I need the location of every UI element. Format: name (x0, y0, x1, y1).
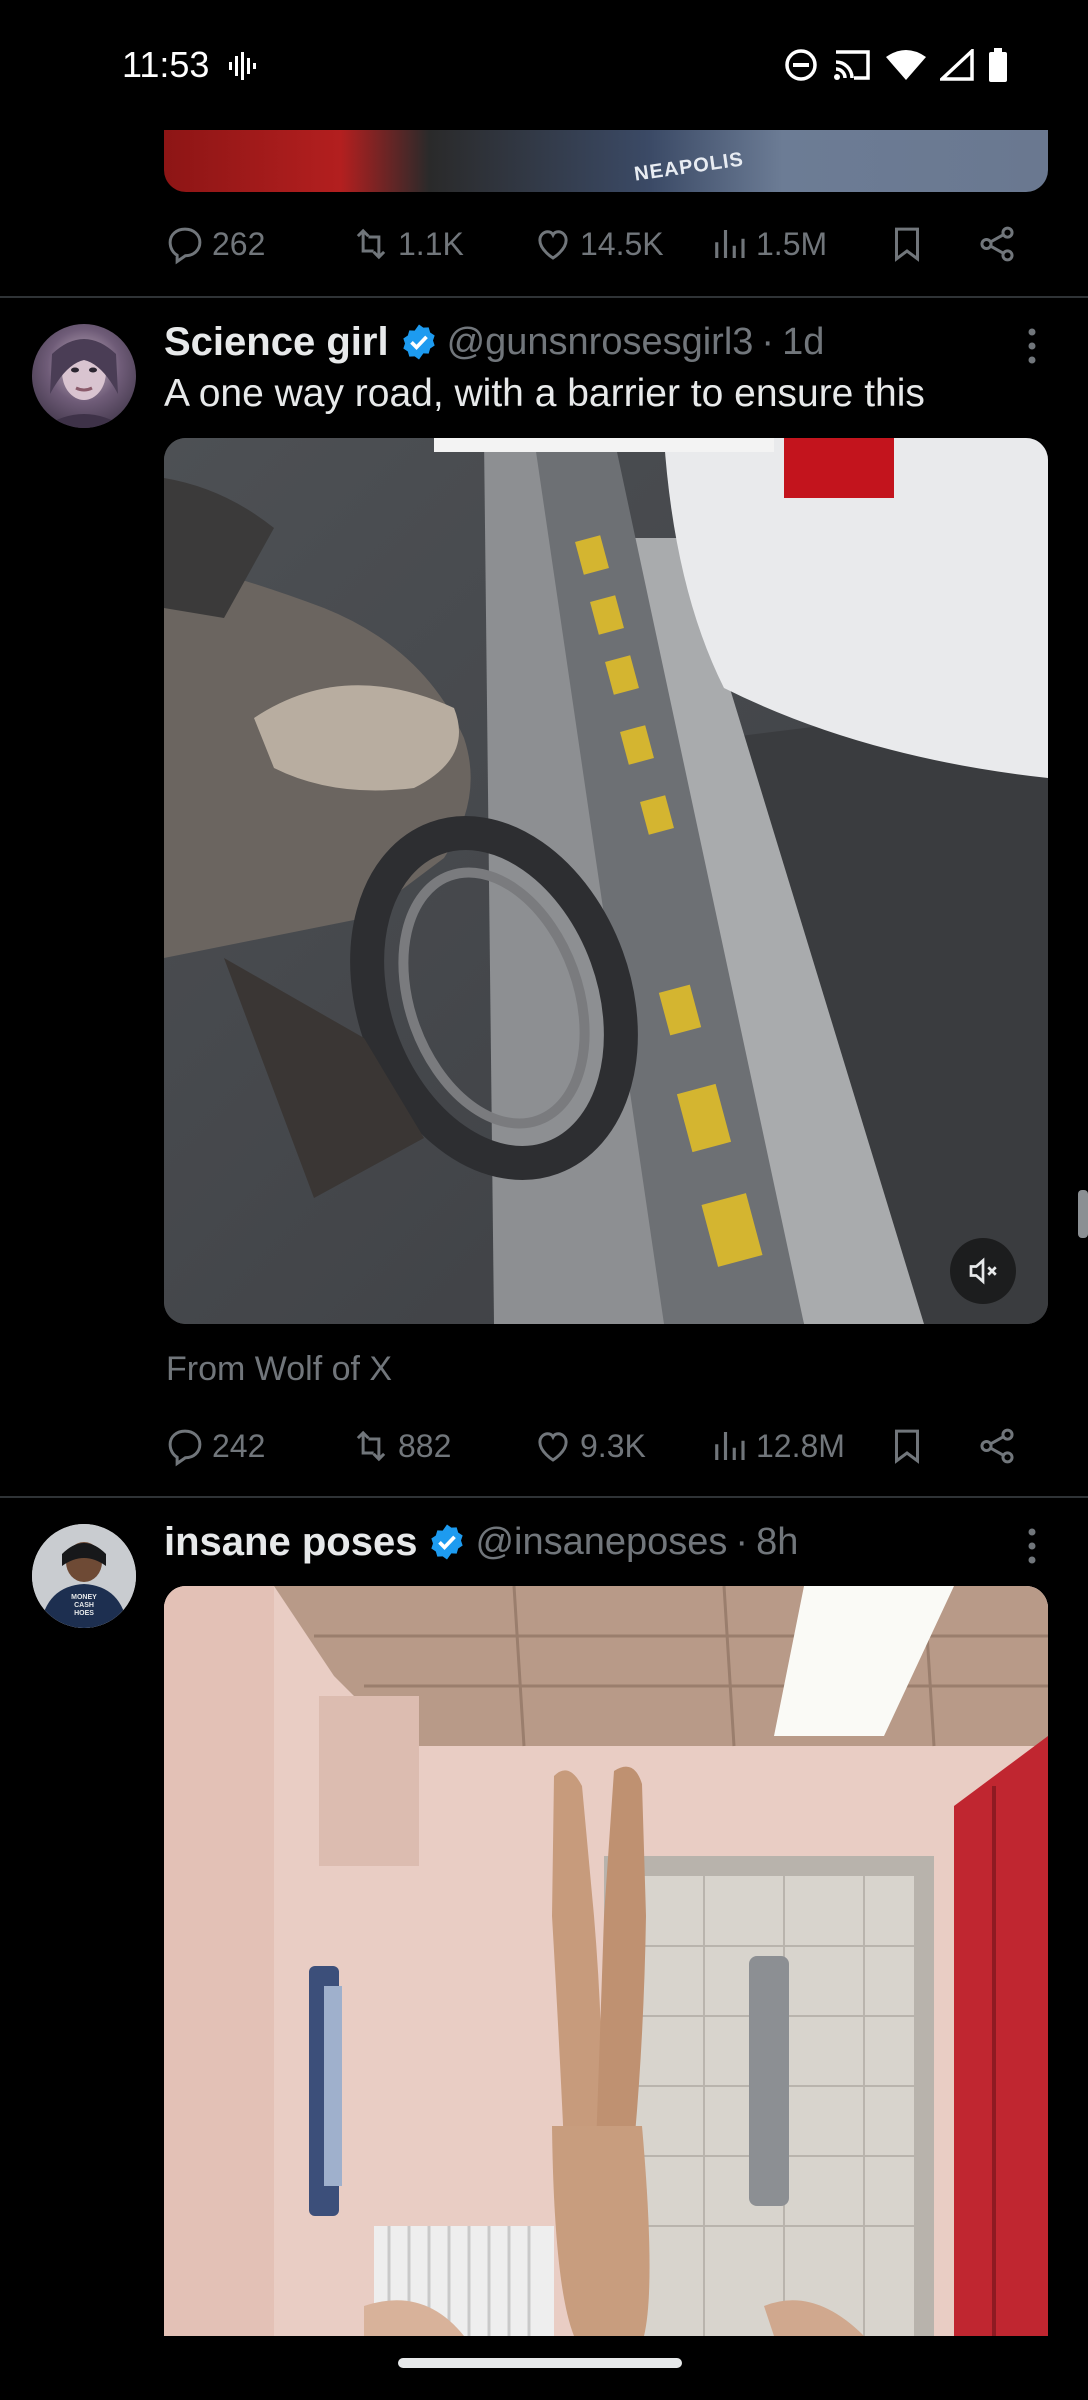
like-button[interactable]: 9.3K (532, 1425, 708, 1467)
repost-button[interactable]: 1.1K (350, 223, 532, 265)
reply-count: 262 (212, 225, 266, 262)
previous-tweet-actions: 262 1.1K 14.5K 1.5M (164, 216, 1044, 272)
more-options-icon[interactable] (1026, 1526, 1038, 1566)
battery-icon (988, 48, 1008, 82)
reply-icon (164, 1425, 206, 1467)
author-name[interactable]: Science girl (164, 320, 389, 365)
cast-icon (832, 48, 872, 82)
tweet-header: Science girl @gunsnrosesgirl3 · 1d (164, 314, 824, 370)
author-name[interactable]: insane poses (164, 1520, 417, 1565)
divider (0, 1496, 1088, 1498)
repost-count: 882 (398, 1427, 452, 1464)
home-indicator[interactable] (398, 2358, 682, 2368)
heart-icon (532, 1425, 574, 1467)
views-count: 12.8M (756, 1427, 845, 1464)
divider (0, 296, 1088, 298)
bookmark-button[interactable] (886, 223, 976, 265)
avatar-shirt-text: MONEY CASH HOES (71, 1594, 97, 1617)
speaker-muted-icon (965, 1253, 1001, 1289)
verified-badge-icon (399, 322, 439, 362)
media-text: NEAPOLIS (632, 148, 746, 186)
tweet-header: insane poses @insaneposes · 8h (164, 1514, 798, 1570)
status-time: 11:53 (122, 44, 210, 85)
share-icon (976, 1425, 1018, 1467)
views-icon (708, 1425, 750, 1467)
repost-button[interactable]: 882 (350, 1425, 532, 1467)
views-count: 1.5M (756, 225, 828, 262)
signal-icon (940, 49, 974, 81)
reply-count: 242 (212, 1427, 266, 1464)
tweet-time[interactable]: 1d (782, 321, 824, 364)
repost-count: 1.1K (398, 225, 464, 262)
verified-badge-icon (427, 1522, 467, 1562)
share-icon (976, 223, 1018, 265)
more-options-icon[interactable] (1026, 326, 1038, 366)
share-button[interactable] (976, 223, 1018, 265)
reply-button[interactable]: 242 (164, 1425, 350, 1467)
repost-icon (350, 1425, 392, 1467)
avatar[interactable] (32, 324, 136, 428)
views-button[interactable]: 1.5M (708, 223, 886, 265)
reply-button[interactable]: 262 (164, 223, 350, 265)
heart-icon (532, 223, 574, 265)
bookmark-icon (886, 223, 928, 265)
soundwave-icon (228, 52, 258, 80)
repost-icon (350, 223, 392, 265)
tweet-source[interactable]: From Wolf of X (166, 1350, 392, 1389)
views-icon (708, 223, 750, 265)
author-handle[interactable]: @gunsnrosesgirl3 (447, 321, 754, 364)
separator: · (735, 1520, 749, 1563)
like-count: 9.3K (580, 1427, 646, 1464)
bookmark-icon (886, 1425, 928, 1467)
like-button[interactable]: 14.5K (532, 223, 708, 265)
status-bar: 11:53 (0, 0, 1088, 130)
tweet-image[interactable] (164, 1586, 1048, 2336)
tweet-text: A one way road, with a barrier to ensure… (164, 372, 925, 415)
avatar[interactable]: MONEY CASH HOES (32, 1524, 136, 1628)
bookmark-button[interactable] (886, 1425, 976, 1467)
scrollbar[interactable] (1078, 1190, 1088, 1238)
author-handle[interactable]: @insaneposes (475, 1521, 727, 1564)
tweet-video[interactable] (164, 438, 1048, 1324)
share-button[interactable] (976, 1425, 1018, 1467)
wifi-icon (886, 49, 926, 81)
previous-tweet-media[interactable]: NEAPOLIS (164, 130, 1048, 192)
separator: · (761, 320, 775, 363)
like-count: 14.5K (580, 225, 664, 262)
tweet-time[interactable]: 8h (756, 1521, 798, 1564)
do-not-disturb-icon (784, 48, 818, 82)
tweet-actions: 242 882 9.3K 12.8M (164, 1418, 1044, 1474)
views-button[interactable]: 12.8M (708, 1425, 886, 1467)
reply-icon (164, 223, 206, 265)
mute-button[interactable] (950, 1238, 1016, 1304)
